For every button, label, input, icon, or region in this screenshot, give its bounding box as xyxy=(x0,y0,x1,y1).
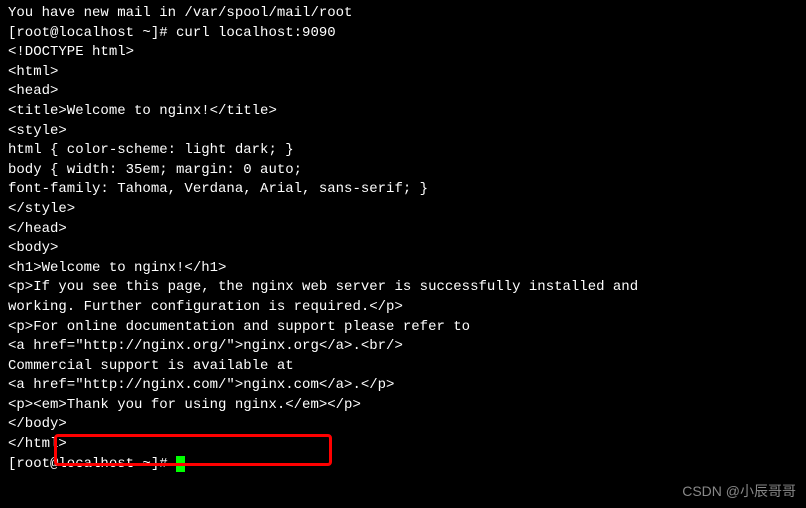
terminal-line: <style> xyxy=(8,122,798,142)
terminal-line: <body> xyxy=(8,239,798,259)
terminal-line: font-family: Tahoma, Verdana, Arial, san… xyxy=(8,180,798,200)
terminal-output[interactable]: You have new mail in /var/spool/mail/roo… xyxy=(8,4,798,474)
terminal-line: working. Further configuration is requir… xyxy=(8,298,798,318)
terminal-line: Commercial support is available at xyxy=(8,357,798,377)
terminal-line: <!DOCTYPE html> xyxy=(8,43,798,63)
terminal-line: <p>If you see this page, the nginx web s… xyxy=(8,278,798,298)
terminal-line: </body> xyxy=(8,415,798,435)
terminal-line: </html> xyxy=(8,435,798,455)
watermark-text: CSDN @小辰哥哥 xyxy=(682,482,796,502)
terminal-line: <p><em>Thank you for using nginx.</em></… xyxy=(8,396,798,416)
terminal-line: </head> xyxy=(8,220,798,240)
cursor xyxy=(176,456,185,472)
terminal-line: <p>For online documentation and support … xyxy=(8,318,798,338)
terminal-line: You have new mail in /var/spool/mail/roo… xyxy=(8,4,798,24)
terminal-line: [root@localhost ~]# curl localhost:9090 xyxy=(8,24,798,44)
terminal-line: <title>Welcome to nginx!</title> xyxy=(8,102,798,122)
terminal-line: <html> xyxy=(8,63,798,83)
terminal-line: <a href="http://nginx.org/">nginx.org</a… xyxy=(8,337,798,357)
terminal-line: <head> xyxy=(8,82,798,102)
terminal-line: body { width: 35em; margin: 0 auto; xyxy=(8,161,798,181)
terminal-line: </style> xyxy=(8,200,798,220)
terminal-line: html { color-scheme: light dark; } xyxy=(8,141,798,161)
terminal-line: <a href="http://nginx.com/">nginx.com</a… xyxy=(8,376,798,396)
terminal-line: <h1>Welcome to nginx!</h1> xyxy=(8,259,798,279)
terminal-line: [root@localhost ~]# xyxy=(8,455,798,475)
